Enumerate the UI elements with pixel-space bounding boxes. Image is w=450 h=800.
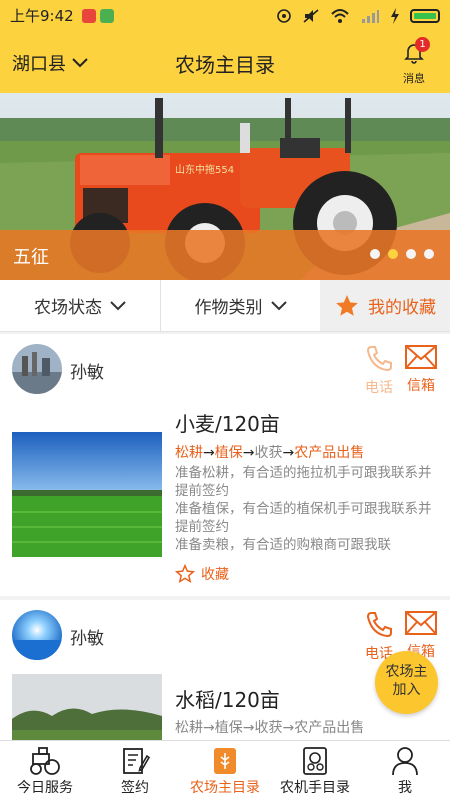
farmer-name: 孙敏 xyxy=(70,363,104,383)
tab-label: 农机手目录 xyxy=(280,780,350,796)
collect-label: 收藏 xyxy=(201,567,229,583)
crop-title: 水稻/120亩 xyxy=(175,688,280,712)
carousel-dots xyxy=(370,249,434,259)
top-bar: 上午9:42 湖口县 农场主目录 1 消息 xyxy=(0,0,450,93)
farm-status-filter[interactable]: 农场状态 xyxy=(0,280,160,331)
farm-status-label: 农场状态 xyxy=(34,298,102,318)
tab-label: 我 xyxy=(398,780,412,796)
star-outline-icon xyxy=(175,564,195,584)
carousel-dot-active[interactable] xyxy=(388,249,398,259)
step-harvest: 收获 xyxy=(254,445,283,461)
crop-photo-rice xyxy=(12,674,162,740)
step-tillage: 松耕 xyxy=(175,445,203,461)
machine-operator-icon xyxy=(303,747,327,775)
charging-icon xyxy=(391,7,399,24)
fab-line1: 农场主 xyxy=(385,664,428,680)
phone-icon xyxy=(366,612,392,638)
banner-caption: 五征 xyxy=(0,230,450,280)
notification-wechat-icon xyxy=(99,8,114,23)
header: 湖口县 农场主目录 1 消息 xyxy=(0,31,450,93)
envelope-icon xyxy=(405,345,437,369)
process-steps: 松耕→植保→收获→农产品出售 xyxy=(175,720,365,736)
carousel-dot[interactable] xyxy=(370,249,380,259)
crop-photo-wheat xyxy=(12,432,162,557)
envelope-icon xyxy=(405,611,437,635)
process-steps: 松耕→植保→收获→农产品出售 xyxy=(175,445,365,461)
step-plant-protection: 植保 xyxy=(214,445,243,461)
avatar xyxy=(12,610,62,660)
page-title: 农场主目录 xyxy=(175,53,275,77)
step-harvest: 收获 xyxy=(254,720,283,736)
tab-today-service[interactable]: 今日服务 xyxy=(0,741,90,800)
signal-icon xyxy=(362,9,379,23)
phone-label: 电话 xyxy=(365,380,393,396)
note-line: 准备植保，有合适的植保机手可跟我联系并提前签约 xyxy=(175,501,432,535)
tab-label: 农场主目录 xyxy=(190,780,260,796)
phone-icon xyxy=(366,346,392,372)
banner-carousel[interactable]: 山东中拖554 五征 xyxy=(0,93,450,280)
note-line: 准备卖粮，有合适的购粮商可跟我联 xyxy=(175,537,391,553)
my-favorites-label: 我的收藏 xyxy=(368,298,436,318)
status-bar: 上午9:42 xyxy=(0,0,450,31)
tab-farmer-directory[interactable]: 农场主目录 xyxy=(180,741,270,800)
hotspot-icon xyxy=(277,8,291,23)
step-tillage: 松耕 xyxy=(175,720,203,736)
notification-app-icon xyxy=(81,8,96,23)
wifi-icon xyxy=(331,8,349,23)
mailbox-button[interactable]: 信箱 xyxy=(402,344,440,395)
mute-icon xyxy=(303,8,319,23)
avatar xyxy=(12,344,62,394)
bottom-tab-bar: 今日服务 签约 农场主目录 农机手目录 我 xyxy=(0,740,450,800)
banner-caption-text: 五征 xyxy=(13,247,49,268)
tab-label: 签约 xyxy=(121,780,149,796)
contract-edit-icon xyxy=(123,748,150,774)
crop-type-filter[interactable]: 作物类别 xyxy=(160,280,320,331)
filter-bar: 农场状态 作物类别 我的收藏 xyxy=(0,280,450,332)
star-filled-icon xyxy=(336,294,358,316)
messages-label: 消息 xyxy=(403,72,425,85)
fab-line2: 加入 xyxy=(392,682,421,698)
farmer-notes: 准备松耕，有合适的拖拉机手可跟我联系并提前签约 准备植保，有合适的植保机手可跟我… xyxy=(175,464,440,556)
collect-button[interactable]: 收藏 xyxy=(175,564,229,584)
chevron-down-icon xyxy=(110,300,126,310)
battery-icon xyxy=(410,8,440,23)
my-favorites-button[interactable]: 我的收藏 xyxy=(320,280,450,331)
note-line: 准备松耕，有合适的拖拉机手可跟我联系并提前签约 xyxy=(175,465,432,499)
step-plant-protection: 植保 xyxy=(214,720,243,736)
farmer-card[interactable]: 孙敏 电话 信箱 小麦/120亩 松耕→植保→收获→农产品出售 准备松耕，有合适… xyxy=(0,334,450,596)
tractor-icon xyxy=(30,747,60,775)
join-as-farmer-button[interactable]: 农场主 加入 xyxy=(375,651,438,714)
farmer-name: 孙敏 xyxy=(70,629,104,649)
tab-me[interactable]: 我 xyxy=(360,741,450,800)
carousel-dot[interactable] xyxy=(424,249,434,259)
crop-title: 小麦/120亩 xyxy=(175,412,280,436)
phone-button[interactable]: 电话 xyxy=(360,344,398,397)
tab-label: 今日服务 xyxy=(17,780,73,796)
carousel-dot[interactable] xyxy=(406,249,416,259)
chevron-down-icon xyxy=(270,300,287,310)
tab-contract[interactable]: 签约 xyxy=(90,741,180,800)
farmer-directory-icon xyxy=(214,748,236,774)
profile-icon xyxy=(392,747,418,776)
status-time: 上午9:42 xyxy=(10,7,74,25)
crop-type-label: 作物类别 xyxy=(194,298,263,318)
tab-machine-operator-directory[interactable]: 农机手目录 xyxy=(270,741,360,800)
message-count-badge: 1 xyxy=(415,37,430,52)
step-produce-sale: 农产品出售 xyxy=(294,720,365,736)
mailbox-label: 信箱 xyxy=(407,378,435,394)
tractor-plate-text: 山东中拖554 xyxy=(175,163,234,176)
step-produce-sale: 农产品出售 xyxy=(294,445,365,461)
messages-button[interactable]: 1 消息 xyxy=(396,37,432,86)
